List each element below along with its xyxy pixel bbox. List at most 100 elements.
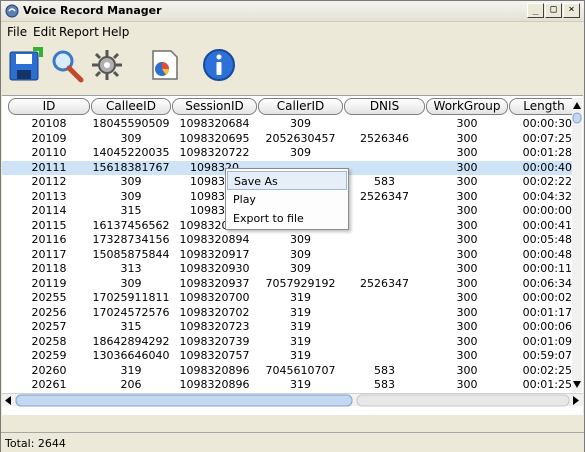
table-cell-length: 00:00:11 [522,262,572,275]
report-button[interactable] [147,47,183,83]
table-cell-dnis: 583 [374,378,395,391]
status-bar: Total: 2644 [1,432,584,452]
total-count: Total: 2644 [5,437,66,450]
column-header-calleeid[interactable]: CalleeID [91,98,171,115]
table-cell-callerid: 319 [290,320,311,333]
table-cell-length: 00:00:48 [522,247,572,261]
table-row[interactable]: 20108 18045590509 1098320684 309 300 00:00:30 [2,117,573,132]
table-cell-sessionid: 1098320702 [179,305,250,319]
table-cell-workgroup: 300 [456,349,478,362]
table-cell-callerid: 309 [290,247,311,261]
table-cell-calleeid: 17025911811 [92,291,170,304]
table-row[interactable]: 20257 315 1098320723 319 300 00:00:06 [2,320,573,335]
table-cell-sessionid: 1098320894 [179,233,250,246]
table-cell-length: 00:00:40 [522,160,572,174]
table-row[interactable]: 20259 13036646040 1098320757 319 300 00:59:07 [2,349,573,364]
table-cell-id: 20118 [31,262,67,275]
table-cell-sessionid: 1098320917 [179,247,250,261]
menu-file[interactable]: File [7,25,27,39]
table-cell-callerid: 309 [290,233,311,246]
table-cell-id: 20117 [31,247,67,261]
table-cell-length: 00:07:25 [522,131,572,145]
context-menu-export-to-file[interactable]: Export to file [227,209,347,228]
info-icon [203,49,235,81]
table-row[interactable]: 20255 17025911811 1098320700 319 300 00:00:02 [2,291,573,306]
menu-report[interactable]: Report [59,25,99,39]
table-row[interactable]: 20118 313 1098320930 309 300 00:00:11 [2,262,573,277]
search-button[interactable] [49,47,85,83]
table-cell-id: 20109 [31,131,67,145]
table-cell-calleeid: 18045590509 [92,117,170,130]
table-cell-id: 20112 [31,175,67,188]
column-header-workgroup[interactable]: WorkGroup [426,98,508,115]
table-cell-calleeid: 309 [120,175,142,188]
table-cell-id: 20261 [31,378,67,391]
menu-edit[interactable]: Edit [33,25,56,39]
close-button[interactable]: × [563,3,580,18]
table-cell-length: 00:01:28 [522,146,572,159]
table-cell-callerid: 319 [290,349,311,362]
table-cell-callerid: 319 [290,378,311,391]
table-cell-workgroup: 300 [456,334,478,348]
menu-bar: File Edit Report Help [1,23,584,41]
maximize-button[interactable]: □ [545,3,562,18]
table-cell-workgroup: 300 [456,175,478,188]
table-cell-sessionid: 1098320930 [179,262,250,275]
table-cell-length: 00:59:07 [522,349,572,362]
table-cell-workgroup: 300 [456,218,478,232]
table-row[interactable]: 20258 18642894292 1098320739 319 300 00:01:09 [2,334,573,350]
column-header-dnis[interactable]: DNIS [344,98,425,115]
table-row[interactable]: 20110 14045220035 1098320722 309 300 00:01:28 [2,146,573,161]
table-row[interactable]: 20117 15085875844 1098320917 309 300 00:00:48 [2,247,573,263]
table-row[interactable]: 20119 309 1098320937 7057929192 2526347 300 00… [2,277,573,292]
table-cell-workgroup: 300 [456,117,478,130]
table-cell-callerid: 7045610707 [265,363,336,377]
horizontal-scrollbar[interactable] [2,393,583,407]
table-cell-workgroup: 300 [456,160,478,174]
table-cell-id: 20114 [31,204,67,217]
table-cell-calleeid: 17328734156 [92,233,170,246]
table-cell-calleeid: 315 [120,320,142,333]
table-cell-length: 00:02:22 [522,175,572,188]
minimize-button[interactable]: _ [527,3,544,18]
table-cell-workgroup: 300 [456,305,478,319]
table-row[interactable]: 20260 319 1098320896 7045610707 583 300 00:02:… [2,363,573,379]
table-cell-id: 20257 [31,320,67,333]
column-header-id[interactable]: ID [8,98,90,115]
info-button[interactable] [201,47,237,83]
column-header-sessionid[interactable]: SessionID [172,98,257,115]
table-cell-workgroup: 300 [456,131,478,145]
table-cell-id: 20113 [31,189,67,203]
records-table[interactable]: ID CalleeID SessionID CallerID DNIS Work… [2,95,583,415]
column-header-callerid[interactable]: CallerID [258,98,343,115]
table-cell-sessionid: 1098320896 [179,363,250,377]
table-row[interactable]: 20116 17328734156 1098320894 309 300 00:05:48 [2,233,573,248]
table-cell-id: 20260 [31,363,67,377]
menu-help[interactable]: Help [102,25,129,39]
context-menu-play[interactable]: Play [227,190,347,209]
table-cell-callerid: 309 [290,146,311,159]
toolbar [1,41,584,95]
table-cell-workgroup: 300 [456,146,478,159]
table-cell-callerid: 309 [290,262,311,275]
context-menu: Save As Play Export to file [225,168,349,230]
settings-button[interactable] [89,47,125,83]
title-bar[interactable]: Voice Record Manager _ □ × [1,1,584,22]
table-cell-id: 20256 [31,305,67,319]
table-cell-calleeid: 15085875844 [92,247,170,261]
table-cell-calleeid: 309 [120,131,142,145]
table-cell-workgroup: 300 [456,363,478,377]
vertical-scrollbar[interactable] [572,98,582,392]
table-cell-callerid: 2052630457 [265,131,336,145]
table-cell-length: 00:00:02 [522,291,572,304]
table-row[interactable]: 20256 17024572576 1098320702 319 300 00:01:17 [2,305,573,321]
table-row[interactable]: 20261 206 1098320896 319 583 300 00:01:25 [2,378,573,393]
table-cell-workgroup: 300 [456,378,478,391]
table-cell-sessionid: 1098320722 [179,146,250,159]
save-button[interactable] [7,47,43,83]
table-cell-length: 00:00:30 [522,117,572,130]
column-header-length[interactable]: Length [509,98,579,115]
table-row[interactable]: 20109 309 1098320695 2052630457 2526346 300 00… [2,131,573,147]
context-menu-save-as[interactable]: Save As [227,171,347,190]
app-window: Voice Record Manager _ □ × File Edit Rep… [0,0,585,452]
